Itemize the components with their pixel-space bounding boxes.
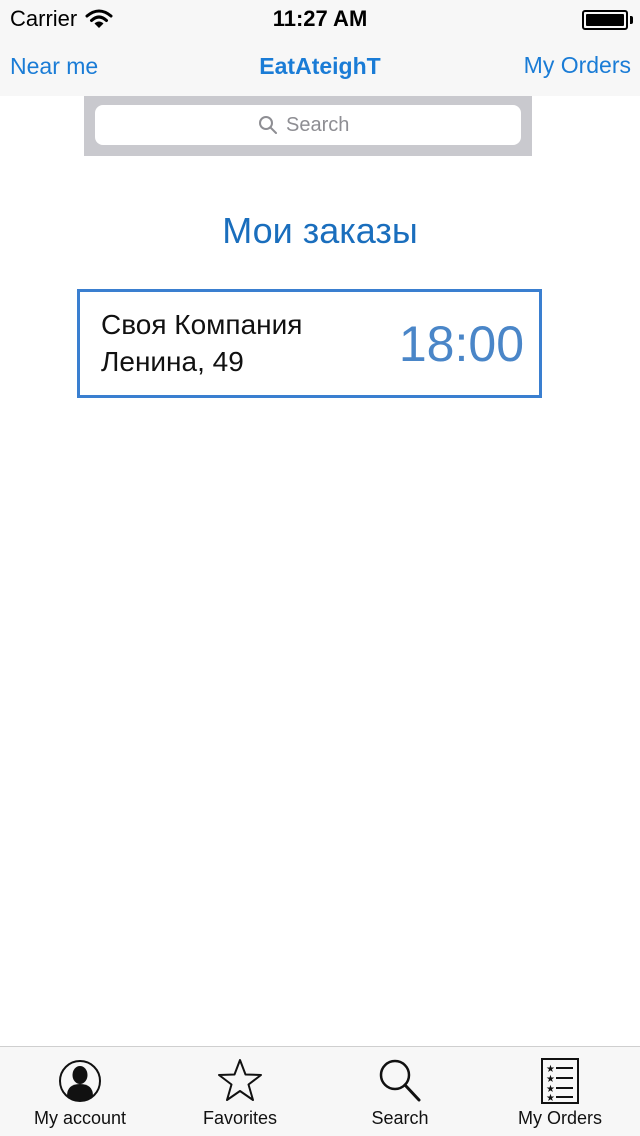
battery-icon — [582, 10, 628, 30]
search-icon — [259, 116, 277, 134]
tab-my-account[interactable]: My account — [0, 1047, 160, 1136]
order-restaurant-name: Своя Компания — [101, 309, 303, 340]
tab-bar: My account Favorites Search ★ ★ ★ ★ My O… — [0, 1046, 640, 1136]
star-icon — [218, 1059, 262, 1101]
status-bar: Carrier 11:27 AM — [0, 0, 640, 40]
search-bar — [84, 96, 532, 156]
near-me-button[interactable]: Near me — [10, 53, 98, 80]
person-icon — [59, 1060, 101, 1102]
tab-my-orders[interactable]: ★ ★ ★ ★ My Orders — [480, 1047, 640, 1136]
search-field[interactable] — [95, 105, 521, 145]
battery-level — [586, 14, 624, 26]
magnifier-icon — [379, 1059, 421, 1102]
order-address: Ленина, 49 — [101, 346, 244, 377]
order-time: 18:00 — [398, 316, 524, 372]
page-title: Мои заказы — [222, 210, 418, 251]
my-orders-nav-button[interactable]: My Orders — [524, 52, 631, 79]
search-input[interactable] — [286, 113, 358, 137]
battery-tip — [630, 16, 633, 24]
svg-text:★: ★ — [546, 1093, 555, 1104]
tab-label: Search — [371, 1108, 429, 1128]
tab-favorites[interactable]: Favorites — [160, 1047, 320, 1136]
tab-search[interactable]: Search — [320, 1047, 480, 1136]
navigation-bar: Near me EatAteighT My Orders — [0, 40, 640, 96]
tab-label: Favorites — [202, 1108, 278, 1128]
list-icon: ★ ★ ★ ★ — [541, 1058, 579, 1104]
tab-label: My Orders — [517, 1108, 602, 1128]
status-time: 11:27 AM — [272, 6, 368, 31]
order-card[interactable]: Своя Компания Ленина, 49 18:00 — [77, 289, 542, 398]
tab-label: My account — [33, 1108, 127, 1128]
